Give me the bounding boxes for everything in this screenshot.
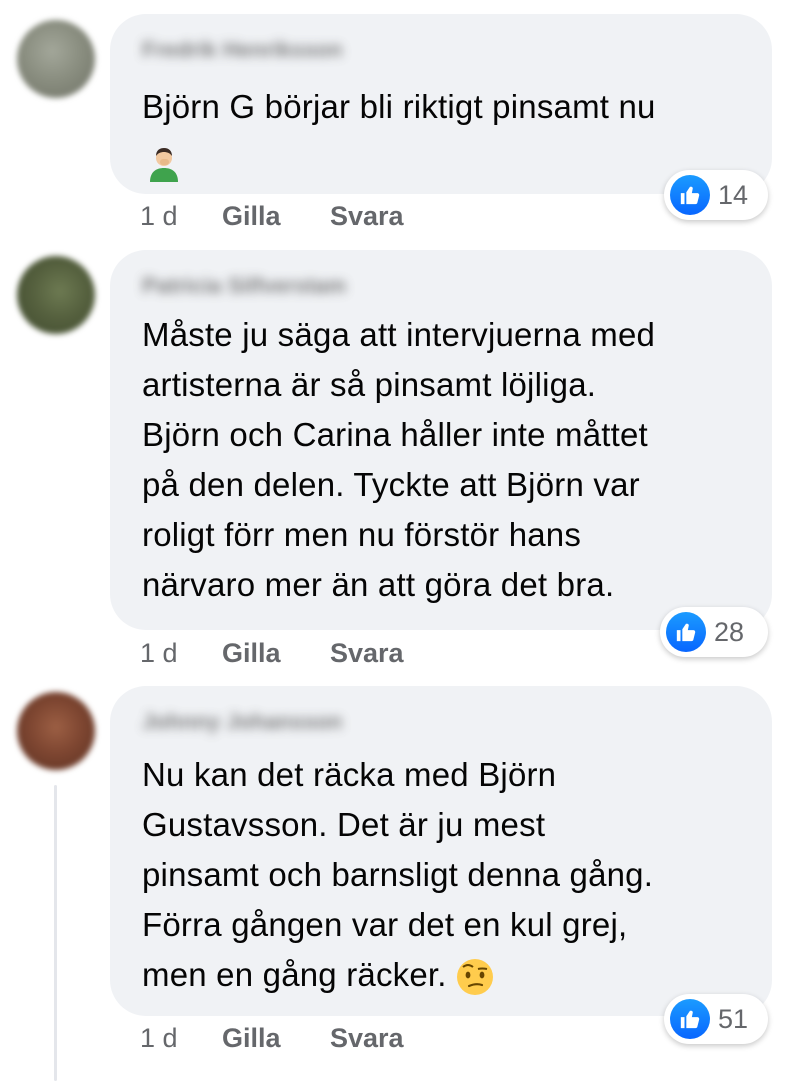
person-facepalm-emoji — [150, 148, 178, 182]
reply-button[interactable]: Svara — [330, 1022, 404, 1054]
like-button[interactable]: Gilla — [222, 200, 330, 232]
comment-author-name[interactable]: Patricia Silfverstam — [142, 272, 346, 300]
reply-button[interactable]: Svara — [330, 637, 404, 669]
reactions-badge[interactable]: 51 — [664, 994, 768, 1044]
reactions-badge[interactable]: 14 — [664, 170, 768, 220]
like-button[interactable]: Gilla — [222, 637, 330, 669]
comment-bubble: Patricia Silfverstam Måste ju säga att i… — [110, 250, 772, 630]
face-with-raised-eyebrow-emoji — [456, 959, 493, 996]
avatar[interactable] — [17, 256, 95, 334]
reaction-count: 51 — [718, 1003, 749, 1034]
comment-text: Nu kan det räcka med Björn Gustavsson. D… — [142, 750, 748, 1000]
like-icon — [670, 999, 710, 1039]
comment-author-name[interactable]: Johnny Johansson — [142, 708, 342, 736]
avatar[interactable] — [17, 692, 95, 770]
comment-timestamp[interactable]: 1 d — [140, 200, 222, 232]
comment-actions: 1 d Gilla Svara — [140, 200, 404, 232]
like-icon — [666, 612, 706, 652]
avatar[interactable] — [17, 20, 95, 98]
comment-bubble: Johnny Johansson Nu kan det räcka med Bj… — [110, 686, 772, 1016]
comment-bubble: Fredrik Henriksson Björn G börjar bli ri… — [110, 14, 772, 194]
comment-actions: 1 d Gilla Svara — [140, 1022, 404, 1054]
reply-button[interactable]: Svara — [330, 200, 404, 232]
comment-text: Björn G börjar bli riktigt pinsamt nu — [142, 88, 656, 125]
comment-actions: 1 d Gilla Svara — [140, 637, 404, 669]
reaction-count: 14 — [718, 179, 749, 210]
comment-author-name[interactable]: Fredrik Henriksson — [142, 36, 343, 64]
comment-text-body: Nu kan det räcka med Björn Gustavsson. D… — [142, 756, 654, 993]
reply-thread-line — [54, 785, 57, 1081]
comment-text: Måste ju säga att intervjuerna med artis… — [142, 316, 656, 603]
reaction-count: 28 — [714, 616, 745, 647]
reactions-badge[interactable]: 28 — [660, 607, 768, 657]
like-button[interactable]: Gilla — [222, 1022, 330, 1054]
like-icon — [670, 175, 710, 215]
comment-timestamp[interactable]: 1 d — [140, 637, 222, 669]
comment-timestamp[interactable]: 1 d — [140, 1022, 222, 1054]
